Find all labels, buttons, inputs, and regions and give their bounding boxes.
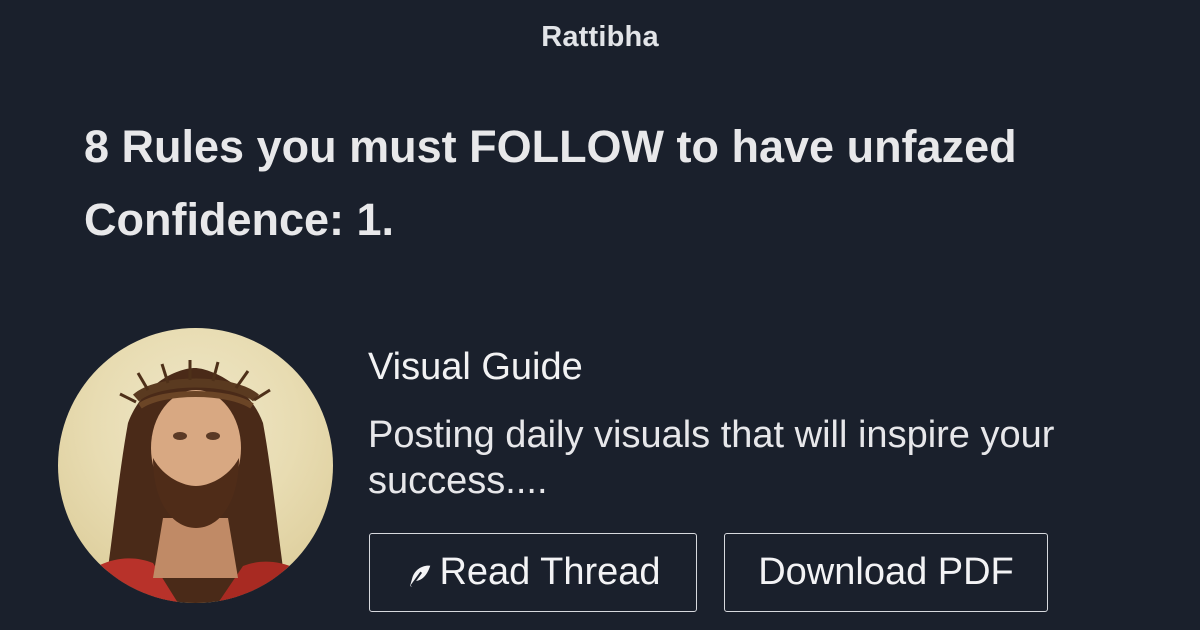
feather-icon bbox=[410, 565, 431, 587]
author-avatar bbox=[58, 328, 333, 603]
read-thread-button[interactable]: Read Thread bbox=[369, 533, 697, 612]
brand-name: Rattibha bbox=[541, 21, 659, 53]
author-bio: Posting daily visuals that will inspire … bbox=[368, 414, 1055, 502]
read-thread-label: Read Thread bbox=[439, 551, 661, 593]
download-pdf-button[interactable]: Download PDF bbox=[724, 533, 1048, 612]
download-pdf-label: Download PDF bbox=[758, 551, 1014, 593]
author-name: Visual Guide bbox=[368, 346, 583, 388]
thread-title: 8 Rules you must FOLLOW to have unfazed … bbox=[84, 121, 1017, 245]
